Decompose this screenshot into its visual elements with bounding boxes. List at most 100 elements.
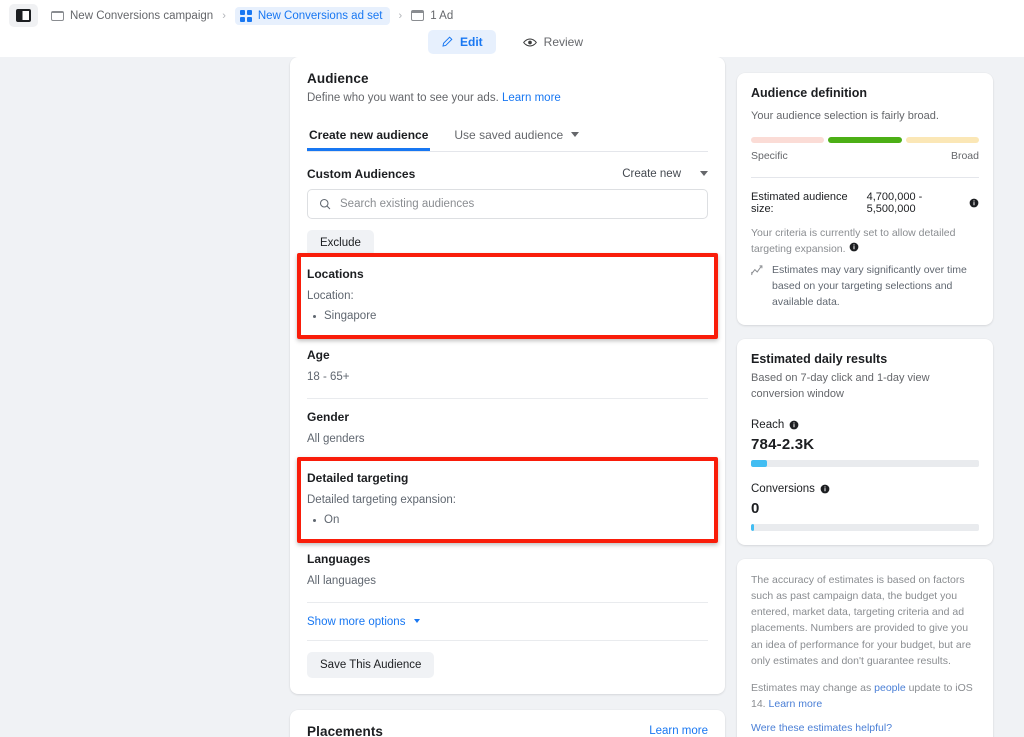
ad-icon: [411, 10, 425, 21]
people-link[interactable]: people: [874, 682, 906, 694]
breadcrumb-ad-label: 1 Ad: [430, 9, 454, 22]
field-age-value: 18 - 65+: [307, 371, 350, 384]
estimated-audience-size: Estimated audience size: 4,700,000 - 5,5…: [751, 191, 979, 215]
variance-note: Estimates may vary significantly over ti…: [772, 264, 967, 308]
info-icon[interactable]: [789, 420, 799, 430]
info-icon[interactable]: [849, 242, 859, 252]
folder-icon: [51, 10, 64, 21]
accuracy-note: The accuracy of estimates is based on fa…: [751, 573, 972, 667]
divider: [751, 176, 979, 178]
field-locations-value-label: Location:: [307, 289, 354, 302]
sidebar-toggle-glyph: [16, 9, 31, 22]
breadcrumb-campaign-label: New Conversions campaign: [70, 9, 214, 22]
gauge-labels: Specific Broad: [751, 150, 979, 162]
breadcrumb-separator-2: ›: [398, 9, 403, 22]
field-age[interactable]: Age 18 - 65+: [307, 337, 708, 399]
gauge-label-specific: Specific: [751, 149, 788, 162]
breadcrumb-item-campaign[interactable]: New Conversions campaign: [51, 10, 213, 22]
daily-results-title: Estimated daily results: [751, 351, 888, 366]
field-detailed-targeting-value-label: Detailed targeting expansion:: [307, 493, 456, 506]
tab-review[interactable]: Review: [510, 30, 596, 54]
audience-title: Audience: [307, 71, 369, 86]
metric-reach-label: Reach: [751, 418, 785, 431]
info-icon[interactable]: [820, 484, 830, 494]
field-gender[interactable]: Gender All genders: [307, 399, 708, 460]
show-more-options-button[interactable]: Show more options: [307, 603, 708, 641]
gauge-label-broad: Broad: [950, 149, 979, 162]
pencil-icon: [442, 36, 453, 47]
top-bar: New Conversions campaign › New Conversio…: [0, 0, 1024, 57]
tab-edit[interactable]: Edit: [427, 30, 496, 54]
tab-create-new-audience-label: Create new audience: [309, 127, 429, 142]
estimated-audience-size-value: 4,700,000 - 5,500,000: [866, 190, 923, 215]
ads-manager-page: New Conversions campaign › New Conversio…: [0, 0, 1024, 737]
field-languages-value: All languages: [307, 575, 377, 588]
tab-use-saved-audience[interactable]: Use saved audience: [452, 128, 581, 151]
field-locations[interactable]: Locations Location: Singapore: [297, 252, 718, 339]
estimates-feedback-link[interactable]: Were these estimates helpful?: [751, 722, 979, 734]
breadcrumb-item-adset[interactable]: New Conversions ad set: [234, 6, 390, 25]
save-audience-button[interactable]: Save This Audience: [307, 651, 435, 678]
metric-reach-bar-track: [751, 459, 979, 467]
field-gender-title: Gender: [307, 409, 350, 424]
placements-learn-more-link[interactable]: Learn more: [649, 725, 708, 737]
field-detailed-targeting-list: On: [307, 511, 708, 529]
field-detailed-targeting[interactable]: Detailed targeting Detailed targeting ex…: [297, 456, 718, 544]
metric-conversions-label: Conversions: [751, 482, 815, 495]
sidebar-toggle-icon[interactable]: [9, 4, 38, 27]
audience-tabs: Create new audience Use saved audience: [307, 128, 708, 152]
search-audiences-box[interactable]: Search existing audiences: [307, 188, 708, 219]
breadcrumb-item-ad[interactable]: 1 Ad: [411, 10, 453, 22]
placements-card: Placements Learn more Automatic placemen…: [290, 709, 725, 737]
daily-results-subtitle: Based on 7-day click and 1-day view conv…: [751, 371, 930, 400]
placements-header: Placements Learn more: [307, 724, 708, 737]
metric-reach-label-row: Reach: [751, 419, 979, 431]
metric-conversions-value: 0: [751, 499, 760, 517]
search-input[interactable]: Search existing audiences: [340, 198, 474, 210]
page-canvas: Audience Define who you want to see your…: [0, 57, 1024, 737]
chevron-down-icon: [413, 618, 420, 623]
ios-note: Estimates may change as people update to…: [751, 680, 979, 713]
grid-icon: [239, 9, 252, 22]
custom-audiences-label: Custom Audiences: [307, 166, 416, 181]
breadcrumb-adset-label: New Conversions ad set: [257, 9, 383, 22]
metric-conversions-bar-track: [751, 523, 979, 531]
audience-definition-title: Audience definition: [751, 86, 867, 100]
field-locations-list: Singapore: [307, 307, 708, 325]
metric-conversions-label-row: Conversions: [751, 483, 979, 495]
list-item: Singapore: [307, 307, 708, 325]
chevron-down-icon: [571, 131, 580, 137]
chevron-down-icon: [700, 171, 708, 177]
metric-conversions-bar-fill: [751, 523, 754, 531]
tab-create-new-audience[interactable]: Create new audience: [307, 128, 430, 151]
metric-reach-value: 784-2.3K: [751, 435, 815, 453]
audience-definition-summary: Your audience selection is fairly broad.: [751, 110, 939, 122]
field-gender-value: All genders: [307, 432, 365, 445]
info-icon[interactable]: [969, 198, 979, 208]
audience-breadth-gauge: [751, 136, 979, 143]
estimated-audience-size-label: Estimated audience size:: [751, 190, 848, 215]
tab-edit-label: Edit: [459, 35, 483, 49]
field-detailed-targeting-title: Detailed targeting: [307, 470, 409, 485]
trend-chart-icon: [751, 265, 763, 276]
daily-results-card: Estimated daily results Based on 7-day c…: [737, 338, 993, 545]
custom-audiences-row: Custom Audiences Create new: [307, 167, 708, 181]
audience-learn-more-link[interactable]: Learn more: [502, 92, 561, 104]
audience-subtitle: Define who you want to see your ads. Lea…: [307, 90, 708, 107]
criteria-note: Your criteria is currently set to allow …: [751, 226, 979, 258]
field-languages[interactable]: Languages All languages: [307, 541, 708, 603]
main-column: Audience Define who you want to see your…: [290, 57, 725, 737]
audience-subtitle-text: Define who you want to see your ads.: [307, 92, 499, 104]
tab-use-saved-audience-label: Use saved audience: [454, 127, 564, 142]
breadcrumb-separator: ›: [222, 9, 226, 22]
field-languages-title: Languages: [307, 552, 371, 567]
field-age-title: Age: [307, 348, 330, 363]
ios-learn-more-link[interactable]: Learn more: [769, 698, 823, 710]
show-more-options-label: Show more options: [307, 615, 406, 628]
gauge-segment-active: [828, 136, 902, 143]
create-new-audience-button[interactable]: Create new: [622, 168, 708, 180]
field-locations-title: Locations: [307, 266, 364, 281]
gauge-segment-broad: [905, 136, 979, 143]
tab-review-label: Review: [543, 35, 584, 49]
exclude-button[interactable]: Exclude: [307, 229, 374, 256]
